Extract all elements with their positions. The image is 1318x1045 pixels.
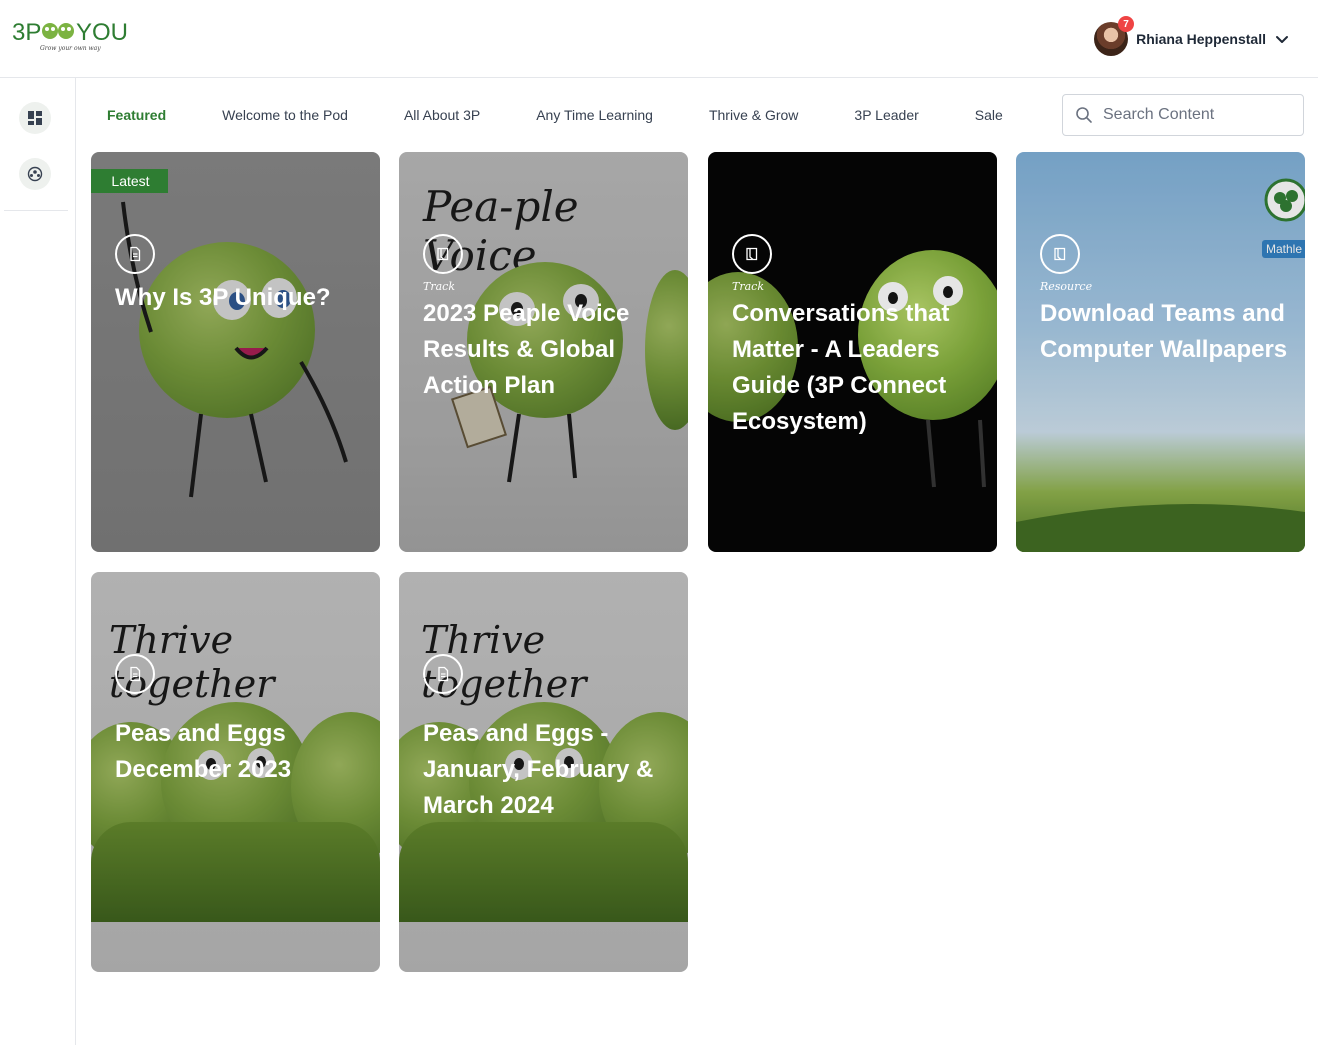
card-title: Peas and Eggs - January, February & Marc…: [423, 720, 654, 819]
card-title: Peas and Eggs December 2023: [115, 720, 292, 783]
top-header: 3P YOU Grow your own way 7 Rhiana Heppen…: [0, 0, 1318, 78]
book-icon: [732, 234, 772, 274]
card-type: Resource: [1040, 280, 1093, 293]
book-icon: [1040, 234, 1080, 274]
card-type: Track: [423, 280, 455, 293]
chevron-down-icon[interactable]: [1274, 31, 1290, 47]
content-card-conversations-that-matter[interactable]: Track Conversations that Matter - A Lead…: [708, 152, 997, 552]
svg-text:YOU: YOU: [76, 19, 127, 46]
user-name: Rhiana Heppenstall: [1136, 31, 1266, 47]
logo-text-left: 3P: [12, 19, 41, 46]
search-icon: [1076, 107, 1092, 123]
tab-welcome-to-the-pod[interactable]: Welcome to the Pod: [222, 107, 348, 123]
document-icon: [115, 234, 155, 274]
content-card-peas-and-eggs-dec-2023[interactable]: Thrive together Peas and Eggs December 2…: [91, 572, 380, 972]
sidebar-item-community[interactable]: [19, 158, 51, 190]
document-icon: [115, 654, 155, 694]
tab-all-about-3p[interactable]: All About 3P: [404, 107, 480, 123]
avatar[interactable]: 7: [1094, 16, 1135, 56]
sidebar-divider: [4, 210, 68, 211]
tab-featured[interactable]: Featured: [107, 107, 166, 123]
card-type: Track: [732, 280, 764, 293]
content-card-peaple-voice[interactable]: Pea-ple Voice Track 2023 Peaple Voice Re…: [399, 152, 688, 552]
tab-sale[interactable]: Sale: [975, 107, 1003, 123]
card-title: Conversations that Matter - A Leaders Gu…: [732, 300, 950, 435]
latest-badge: Latest: [91, 169, 168, 193]
notification-badge: 7: [1118, 16, 1135, 32]
book-icon: [423, 234, 463, 274]
card-title: Download Teams and Computer Wallpapers: [1040, 300, 1288, 363]
tab-thrive-and-grow[interactable]: Thrive & Grow: [709, 107, 798, 123]
content-card-why-is-3p-unique[interactable]: Latest Why Is 3P Unique?: [91, 152, 380, 552]
tab-3p-leader[interactable]: 3P Leader: [854, 107, 918, 123]
dashboard-icon: [28, 111, 42, 125]
sidebar: [0, 78, 76, 1045]
card-title: Why Is 3P Unique?: [115, 284, 331, 311]
user-menu[interactable]: 7 Rhiana Heppenstall: [1094, 16, 1290, 58]
community-icon: [27, 166, 43, 182]
logo-tagline: Grow your own way: [40, 45, 101, 52]
sidebar-item-dashboard[interactable]: [19, 102, 51, 134]
tab-any-time-learning[interactable]: Any Time Learning: [536, 107, 653, 123]
category-tabs: Featured Welcome to the Pod All About 3P…: [107, 98, 1003, 132]
document-icon: [423, 654, 463, 694]
content-card-peas-and-eggs-q1-2024[interactable]: Thrive together Peas and Eggs - January,…: [399, 572, 688, 972]
search-input[interactable]: [1103, 106, 1283, 124]
search-box[interactable]: [1062, 94, 1304, 136]
card-title: 2023 Peaple Voice Results & Global Actio…: [423, 300, 630, 399]
content-card-download-wallpapers[interactable]: Mathle Resource Download Teams and Compu…: [1016, 152, 1305, 552]
brand-logo[interactable]: 3P YOU Grow your own way: [12, 14, 127, 54]
